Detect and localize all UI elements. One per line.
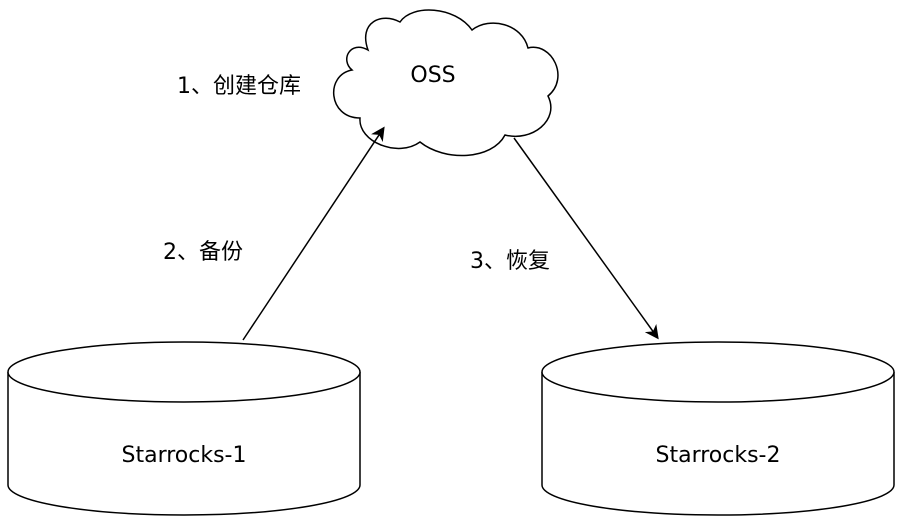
oss-label: OSS (410, 63, 456, 88)
starrocks-1-label: Starrocks-1 (121, 443, 247, 468)
restore-arrow (513, 137, 659, 340)
backup-label: 2、备份 (163, 240, 243, 265)
backup-arrow (242, 126, 385, 341)
starrocks-1-cylinder (7, 341, 361, 516)
starrocks-2-cylinder (541, 341, 895, 516)
restore-label: 3、恢复 (470, 249, 550, 274)
create-repo-label: 1、创建仓库 (177, 74, 301, 99)
starrocks-2-label: Starrocks-2 (655, 443, 781, 468)
